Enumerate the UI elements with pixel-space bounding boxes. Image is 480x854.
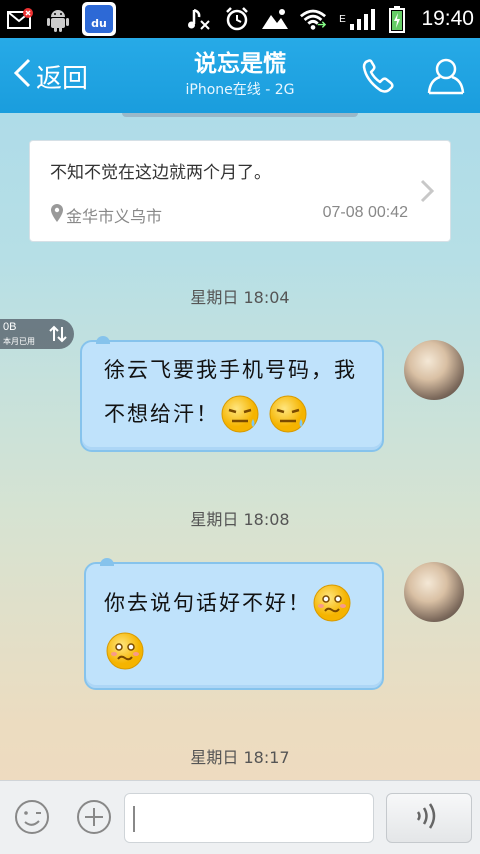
message-timestamp: 星期日 18:17	[190, 748, 290, 767]
location-place: 金华市义乌市	[50, 203, 162, 227]
message-line-with-emoji: 你去说句话好不好！	[104, 582, 374, 624]
text-caret	[133, 806, 135, 832]
baidu-icon: du	[82, 2, 116, 36]
emoji-button[interactable]	[12, 797, 52, 837]
back-label: 返回	[36, 63, 89, 94]
contact-name: 说忘是慌	[194, 51, 286, 77]
chevron-right-icon	[420, 179, 435, 207]
chevron-left-icon	[12, 57, 32, 96]
plus-icon	[74, 800, 114, 841]
location-card-text: 不知不觉在这边就两个月了。	[50, 163, 271, 183]
status-time: 19:40	[421, 7, 474, 30]
message-timestamp: 星期日 18:04	[190, 288, 290, 307]
data-usage-label: 本月已用	[3, 337, 35, 346]
baidu-label: du	[85, 5, 113, 33]
battery-charging-icon	[387, 5, 407, 33]
alarm-icon	[223, 5, 251, 33]
wifi-icon	[299, 5, 327, 33]
smiley-icon	[12, 800, 52, 841]
message-line-with-emoji	[104, 628, 374, 672]
location-share-card[interactable]: 不知不觉在这边就两个月了。 金华市义乌市 07-08 00:42	[29, 140, 451, 242]
call-button[interactable]	[358, 56, 402, 96]
profile-button[interactable]	[424, 56, 468, 96]
status-left-group: du	[6, 0, 116, 38]
photo-icon	[261, 5, 289, 33]
contact-status: iPhone在线 - 2G	[185, 82, 295, 98]
message-line: 徐云飞要我手机号码，我	[104, 358, 357, 382]
voice-icon	[414, 799, 444, 837]
status-bar: du E 19:40	[0, 0, 480, 38]
signal-icon: E	[337, 5, 377, 33]
plus-button[interactable]	[74, 797, 114, 837]
person-icon	[424, 58, 468, 100]
bubble-nub	[100, 558, 114, 566]
message-bubble[interactable]: 徐云飞要我手机号码，我 不想给汗！	[80, 336, 384, 452]
location-place-name: 金华市义乌市	[66, 207, 163, 226]
worried-emoji-icon	[311, 582, 353, 624]
message-input[interactable]	[124, 793, 374, 843]
android-icon	[44, 5, 72, 33]
location-pin-icon	[50, 203, 64, 227]
message-bubble[interactable]: 你去说句话好不好！	[84, 558, 384, 690]
message-line-with-emoji: 不想给汗！	[104, 392, 376, 436]
message-line: 不想给汗！	[104, 402, 219, 426]
message-text: 你去说句话好不好！	[104, 582, 374, 672]
contact-avatar[interactable]	[404, 340, 464, 400]
back-button[interactable]: 返回	[12, 54, 88, 98]
network-type: E	[339, 13, 346, 25]
music-muted-icon	[185, 5, 213, 33]
bubble-nub	[96, 336, 110, 344]
status-right-group: E 19:40	[185, 0, 474, 38]
message-timestamp: 星期日 18:08	[190, 510, 290, 529]
data-usage-value: 0B	[3, 321, 17, 333]
transfer-arrows-icon	[48, 324, 68, 348]
title-bar: 返回 说忘是慌 iPhone在线 - 2G	[0, 38, 480, 113]
data-usage-badge[interactable]: 0B 本月已用	[0, 319, 74, 349]
message-text: 徐云飞要我手机号码，我 不想给汗！	[104, 348, 376, 436]
contact-avatar[interactable]	[404, 562, 464, 622]
sweat-emoji-icon	[219, 393, 261, 435]
phone-icon	[358, 59, 402, 100]
location-time: 07-08 00:42	[322, 204, 408, 221]
worried-emoji-icon	[104, 630, 146, 672]
title-bar-tab	[122, 113, 358, 117]
message-line: 你去说句话好不好！	[104, 591, 311, 615]
mail-notification-icon	[6, 5, 34, 33]
conversation-header: 说忘是慌 iPhone在线 - 2G	[120, 48, 360, 100]
sweat-emoji-icon	[267, 393, 309, 435]
voice-button[interactable]	[386, 793, 472, 843]
message-input-bar	[0, 780, 480, 854]
